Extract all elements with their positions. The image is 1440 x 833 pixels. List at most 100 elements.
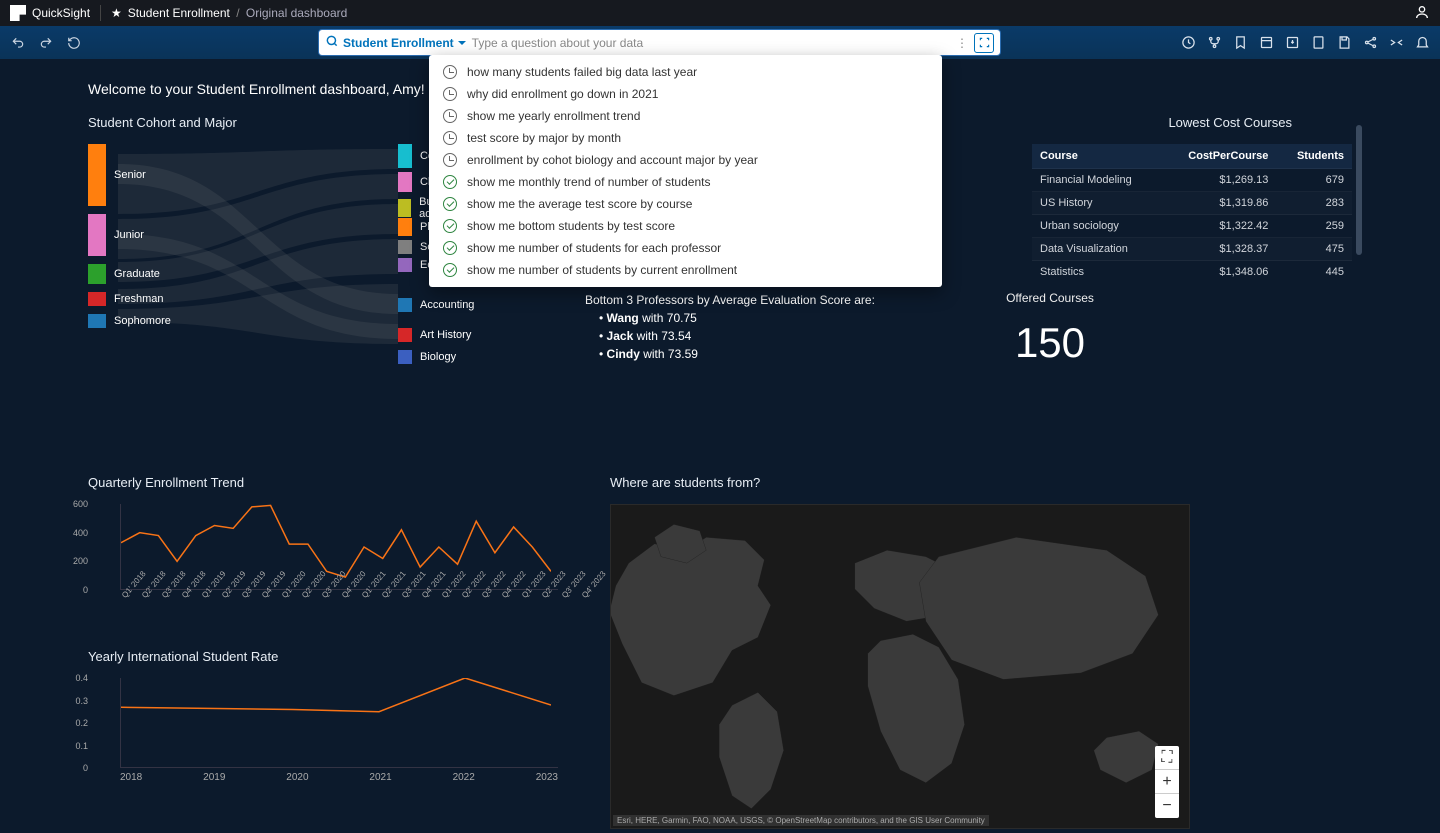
- suggestion-text: show me bottom students by test score: [467, 219, 675, 233]
- col-course[interactable]: Course: [1032, 144, 1161, 169]
- clock-icon: [443, 153, 457, 167]
- col-cost[interactable]: CostPerCourse: [1161, 144, 1276, 169]
- yearly-rate-chart[interactable]: Yearly International Student Rate 00.10.…: [88, 649, 558, 783]
- chart-title: Quarterly Enrollment Trend: [88, 475, 558, 490]
- breadcrumb: Student Enrollment / Original dashboard: [128, 6, 348, 20]
- reset-icon[interactable]: [66, 35, 82, 51]
- table-row[interactable]: Urban sociology$1,322.42259: [1032, 215, 1352, 238]
- suggestion-text: show me the average test score by course: [467, 197, 692, 211]
- narrative-heading: Bottom 3 Professors by Average Evaluatio…: [585, 291, 875, 309]
- scrollbar[interactable]: [1356, 125, 1362, 255]
- quicksight-logo-icon: [10, 5, 26, 21]
- map-attribution: Esri, HERE, Garmin, FAO, NOAA, USGS, © O…: [613, 815, 989, 826]
- suggestion-text: show me monthly trend of number of stude…: [467, 175, 710, 189]
- q-icon: [325, 34, 339, 51]
- clock-icon: [443, 131, 457, 145]
- suggestion-text: show me yearly enrollment trend: [467, 109, 640, 123]
- share-icon[interactable]: [1362, 35, 1378, 51]
- suggestion-text: enrollment by cohot biology and account …: [467, 153, 758, 167]
- major-label: Accounting: [420, 299, 474, 311]
- export-icon[interactable]: [1284, 35, 1300, 51]
- check-icon: [443, 241, 457, 255]
- cohort-label: Freshman: [114, 293, 164, 305]
- q-expand-icon[interactable]: [974, 33, 994, 53]
- save-icon[interactable]: [1336, 35, 1352, 51]
- insight-narrative: Bottom 3 Professors by Average Evaluatio…: [585, 291, 875, 363]
- check-icon: [443, 197, 457, 211]
- chart-title: Yearly International Student Rate: [88, 649, 558, 664]
- bookmark-icon[interactable]: [1232, 35, 1248, 51]
- separator: [100, 5, 101, 21]
- fullscreen-icon[interactable]: [1388, 35, 1404, 51]
- suggestion-item[interactable]: show me number of students for each prof…: [429, 237, 942, 259]
- suggestion-item[interactable]: enrollment by cohot biology and account …: [429, 149, 942, 171]
- suggestion-item[interactable]: show me monthly trend of number of stude…: [429, 171, 942, 193]
- narrative-item: • Wang with 70.75: [585, 309, 875, 327]
- table-row[interactable]: US History$1,319.86283: [1032, 192, 1352, 215]
- kpi-value: 150: [990, 319, 1110, 367]
- app-header: QuickSight ★ Student Enrollment / Origin…: [0, 0, 1440, 26]
- suggestion-item[interactable]: show me bottom students by test score: [429, 215, 942, 237]
- quicksight-logo[interactable]: QuickSight: [10, 5, 90, 21]
- map-title: Where are students from?: [610, 475, 1190, 490]
- user-menu-icon[interactable]: [1414, 4, 1430, 23]
- narrative-item: • Jack with 73.54: [585, 327, 875, 345]
- schedule-icon[interactable]: [1180, 35, 1196, 51]
- world-map[interactable]: ⛶ + − Esri, HERE, Garmin, FAO, NOAA, USG…: [610, 504, 1190, 829]
- map-zoom-out-button[interactable]: −: [1155, 794, 1179, 818]
- col-students[interactable]: Students: [1276, 144, 1352, 169]
- chevron-down-icon[interactable]: [458, 41, 466, 49]
- check-icon: [443, 263, 457, 277]
- breadcrumb-root[interactable]: Student Enrollment: [128, 6, 230, 20]
- suggestion-text: how many students failed big data last y…: [467, 65, 697, 79]
- cost-table-title: Lowest Cost Courses: [1032, 115, 1292, 130]
- app-name: QuickSight: [32, 6, 90, 20]
- suggestion-item[interactable]: test score by major by month: [429, 127, 942, 149]
- q-suggestions-dropdown: how many students failed big data last y…: [429, 55, 942, 287]
- suggestion-text: show me number of students for each prof…: [467, 241, 721, 255]
- suggestion-item[interactable]: show me yearly enrollment trend: [429, 105, 942, 127]
- q-search-bar[interactable]: Student Enrollment Type a question about…: [318, 29, 1001, 56]
- major-label: Biology: [420, 351, 456, 363]
- quarterly-trend-chart[interactable]: Quarterly Enrollment Trend 0200400600 Q1…: [88, 475, 558, 603]
- clock-icon: [443, 87, 457, 101]
- suggestion-item[interactable]: why did enrollment go down in 2021: [429, 83, 942, 105]
- table-row[interactable]: Statistics$1,348.06445: [1032, 261, 1352, 284]
- suggestion-item[interactable]: how many students failed big data last y…: [429, 61, 942, 83]
- sheet-icon[interactable]: [1258, 35, 1274, 51]
- table-row[interactable]: Data Visualization$1,328.37475: [1032, 238, 1352, 261]
- undo-icon[interactable]: [10, 35, 26, 51]
- breadcrumb-current[interactable]: Original dashboard: [246, 6, 347, 21]
- clock-icon: [443, 109, 457, 123]
- major-label: Art History: [420, 329, 471, 341]
- print-icon[interactable]: [1310, 35, 1326, 51]
- cost-table[interactable]: Course CostPerCourse Students Financial …: [1032, 144, 1352, 283]
- clock-icon: [443, 65, 457, 79]
- suggestion-text: why did enrollment go down in 2021: [467, 87, 658, 101]
- check-icon: [443, 219, 457, 233]
- suggestion-text: test score by major by month: [467, 131, 621, 145]
- map-fullscreen-icon[interactable]: ⛶: [1155, 746, 1179, 770]
- student-origin-map-section: Where are students from? ⛶ + − Esri, HER…: [610, 475, 1190, 829]
- table-row[interactable]: Financial Modeling$1,269.13679: [1032, 169, 1352, 192]
- kpi-offered-courses: Offered Courses 150: [990, 291, 1110, 367]
- redo-icon[interactable]: [38, 35, 54, 51]
- favorite-star-icon[interactable]: ★: [111, 6, 122, 20]
- kpi-label: Offered Courses: [990, 291, 1110, 305]
- suggestion-item[interactable]: show me the average test score by course: [429, 193, 942, 215]
- q-menu-icon[interactable]: ⋮: [956, 36, 968, 50]
- q-topic[interactable]: Student Enrollment: [343, 36, 454, 50]
- branch-icon[interactable]: [1206, 35, 1222, 51]
- q-placeholder: Type a question about your data: [472, 36, 956, 50]
- map-controls: ⛶ + −: [1155, 746, 1179, 818]
- cohort-label: Junior: [114, 229, 144, 241]
- suggestion-text: show me number of students by current en…: [467, 263, 737, 277]
- cohort-label: Sophomore: [114, 315, 171, 327]
- narrative-item: • Cindy with 73.59: [585, 345, 875, 363]
- map-zoom-in-button[interactable]: +: [1155, 770, 1179, 794]
- suggestion-item[interactable]: show me number of students by current en…: [429, 259, 942, 281]
- check-icon: [443, 175, 457, 189]
- alert-icon[interactable]: [1414, 35, 1430, 51]
- cohort-label: Graduate: [114, 268, 160, 280]
- cohort-label: Senior: [114, 169, 146, 181]
